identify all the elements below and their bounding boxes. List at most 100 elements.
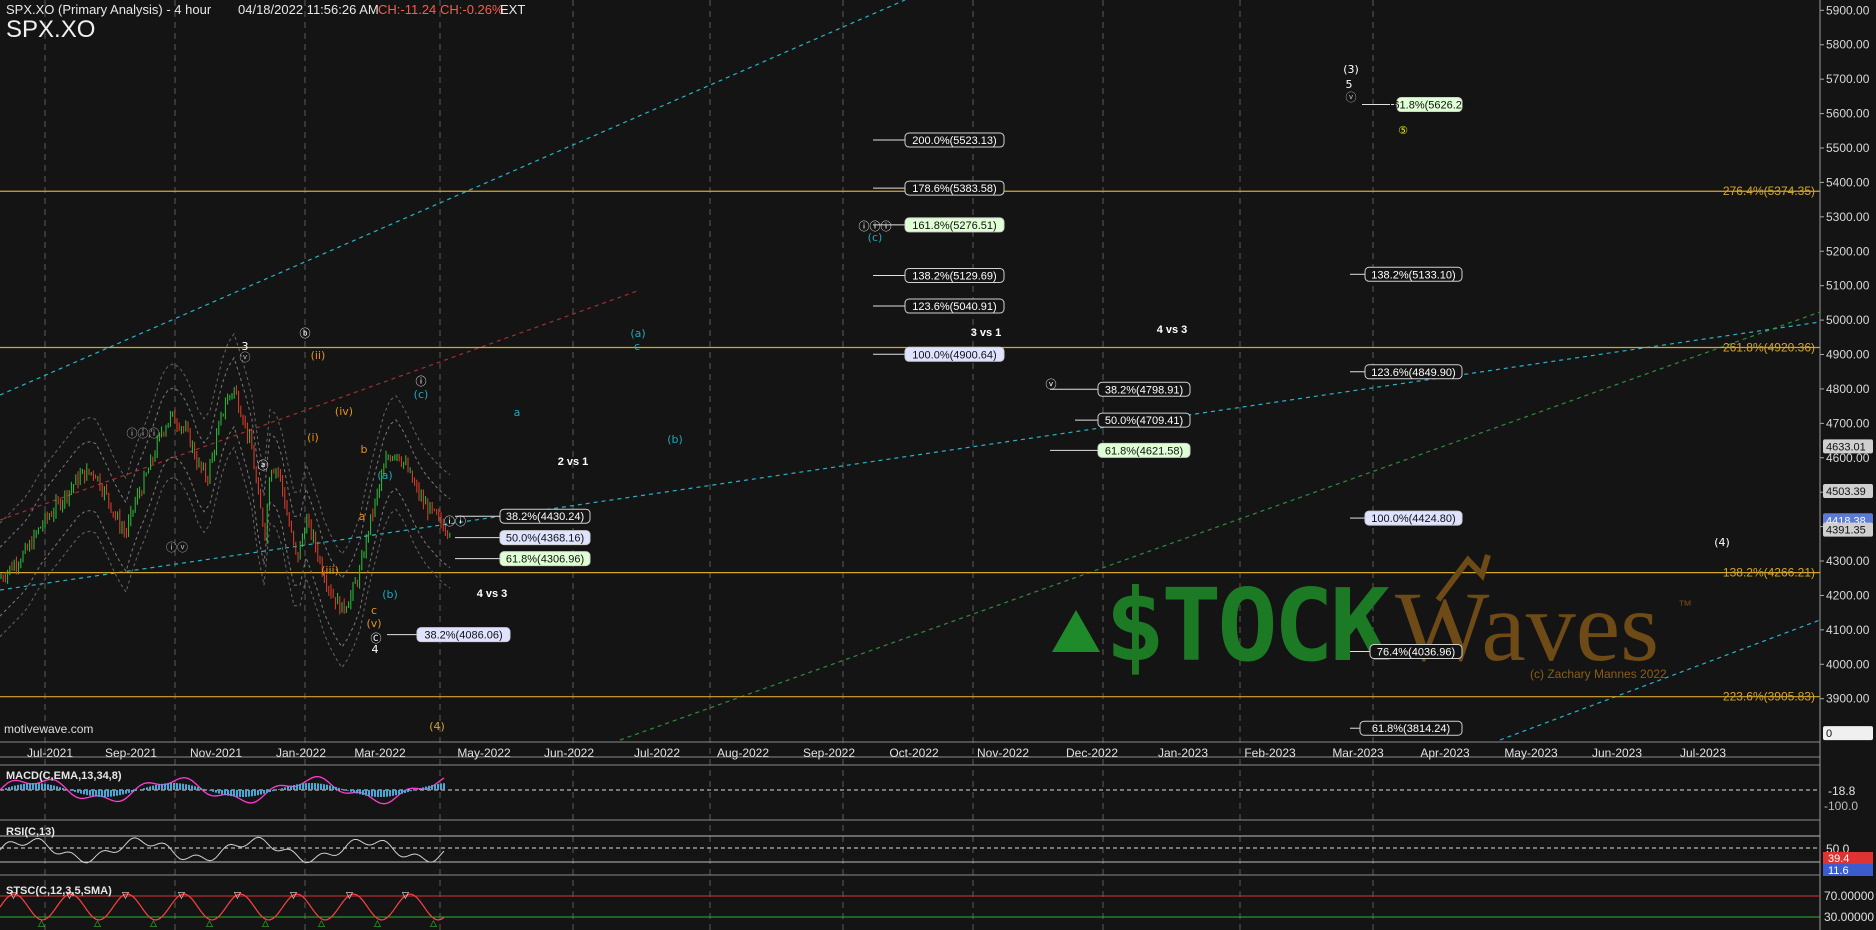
stoch-ob-marker: ▽ bbox=[122, 891, 129, 901]
stoch-os-marker: △ bbox=[262, 919, 269, 929]
wave-label: ⓥ bbox=[1346, 91, 1357, 104]
header-change: CH:-11.24 bbox=[378, 2, 437, 17]
x-tick-label: Jul-2021 bbox=[27, 746, 73, 760]
fib-box-label: 200.0%(5523.13) bbox=[912, 135, 996, 147]
fib-box-label: 61.8%(3814.24) bbox=[1372, 723, 1450, 735]
time-axis[interactable]: Jul-2021 Sep-2021 Nov-2021 Jan-2022 Mar-2022… bbox=[27, 746, 1726, 760]
fib-box-label: 38.2%(4086.06) bbox=[424, 630, 502, 642]
wave-label: 5 bbox=[1346, 78, 1353, 91]
stoch-ob-marker: ▽ bbox=[402, 891, 409, 901]
rsi-flag: 39.4 bbox=[1828, 853, 1849, 865]
fib-box: 161.8%(5276.51) bbox=[873, 217, 1005, 233]
x-tick-label: Jun-2023 bbox=[1592, 746, 1642, 760]
fib-box: 50.0%(4368.16) bbox=[455, 530, 591, 546]
y-tick-label: 5700.00 bbox=[1826, 72, 1870, 86]
fib-box: 50.0%(4709.41) bbox=[1075, 412, 1191, 428]
watermark-tm: ™ bbox=[1678, 597, 1692, 613]
x-tick-label: May-2022 bbox=[457, 746, 511, 760]
price-axis[interactable]: 3900.004000.004100.004200.004300.004400.… bbox=[1820, 3, 1873, 741]
y-tick-label: 5200.00 bbox=[1826, 244, 1870, 258]
fib-group-label: 4 vs 3 bbox=[477, 588, 508, 600]
fib-group-label: 4 vs 3 bbox=[1157, 324, 1188, 336]
x-tick-label: Jul-2023 bbox=[1680, 746, 1726, 760]
fib-box-label: 123.6%(5040.91) bbox=[912, 301, 996, 313]
fib-box: 38.2%(4086.06) bbox=[387, 627, 511, 643]
y-tick-label: 4800.00 bbox=[1826, 382, 1870, 396]
fib-box: 123.6%(4849.90) bbox=[1350, 364, 1463, 380]
fib-box: 161.8%(5626.25) bbox=[1362, 97, 1472, 113]
stoch-ob-marker: ▽ bbox=[178, 891, 185, 901]
fib-box: 200.0%(5523.13) bbox=[873, 132, 1005, 148]
header-session: EXT bbox=[500, 2, 526, 17]
fib-box-label: 38.2%(4430.24) bbox=[506, 511, 584, 523]
y-tick-label: 5900.00 bbox=[1826, 3, 1870, 17]
wave-label: (ii) bbox=[311, 349, 326, 362]
symbol-label: SPX.XO bbox=[6, 16, 96, 43]
y-tick-label: 5000.00 bbox=[1826, 313, 1870, 327]
x-tick-label: Jul-2022 bbox=[634, 746, 680, 760]
price-flag: 0 bbox=[1823, 726, 1873, 741]
x-tick-label: Jun-2022 bbox=[544, 746, 594, 760]
watermark-credit: (c) Zachary Mannes 2022 bbox=[1530, 667, 1667, 681]
fib-box-label: 178.6%(5383.58) bbox=[912, 183, 996, 195]
stoch-os-marker: △ bbox=[150, 919, 157, 929]
fib-box: 100.0%(4424.80) bbox=[1350, 510, 1463, 526]
wave-label: b bbox=[361, 443, 368, 456]
wave-label: (4) bbox=[429, 720, 445, 733]
watermark-brand-waves: Waves bbox=[1395, 571, 1659, 682]
rsi-line bbox=[0, 836, 445, 864]
y-tick-label: 5400.00 bbox=[1826, 175, 1870, 189]
fib-group-label: 3 vs 1 bbox=[971, 327, 1002, 339]
wave-label: (a) bbox=[377, 469, 392, 482]
stoch-flag: 30.00000 bbox=[1824, 910, 1874, 924]
y-tick-label: 4000.00 bbox=[1826, 657, 1870, 671]
price-flag: 4633.01 bbox=[1823, 439, 1873, 454]
fib-box-label: 138.2%(5133.10) bbox=[1371, 269, 1455, 281]
channel-line bbox=[0, 0, 906, 396]
y-tick-label: 5600.00 bbox=[1826, 107, 1870, 121]
fib-box-label: 38.2%(4798.91) bbox=[1105, 384, 1183, 396]
wave-label: (c) bbox=[868, 231, 883, 244]
y-tick-label: 4200.00 bbox=[1826, 588, 1870, 602]
wave-label: a bbox=[359, 510, 366, 523]
y-tick-label: 4300.00 bbox=[1826, 554, 1870, 568]
stoch-ob-marker: ▽ bbox=[346, 891, 353, 901]
stockwaves-watermark: $TOCK Waves ™ (c) Zachary Mannes 2022 bbox=[1052, 554, 1692, 684]
indicator-panes: -18.8-100.050.039.411.6▽△▽△▽△▽△▽△▽△▽△▽△7… bbox=[0, 775, 1874, 929]
fib-level-label: 223.6%(3905.83) bbox=[1723, 690, 1815, 704]
svg-text:4503.39: 4503.39 bbox=[1826, 486, 1866, 498]
fib-box-label: 50.0%(4709.41) bbox=[1105, 415, 1183, 427]
wave-label: ⓘⓘ bbox=[444, 515, 466, 528]
wave-label: (iv) bbox=[335, 405, 353, 418]
x-tick-label: Sep-2022 bbox=[803, 746, 855, 760]
fib-box-label: 50.0%(4368.16) bbox=[506, 533, 584, 545]
wave-label: ⓥ bbox=[1046, 378, 1057, 391]
wave-label: ⓘⓘⓘ bbox=[127, 427, 160, 440]
wave-label: ⓐ bbox=[258, 459, 269, 472]
macd-flag: -18.8 bbox=[1828, 784, 1856, 798]
band-line bbox=[0, 425, 451, 648]
fib-box-label: 76.4%(4036.96) bbox=[1377, 647, 1455, 659]
chart-title: SPX.XO (Primary Analysis) - 4 hour bbox=[6, 2, 212, 17]
y-tick-label: 4700.00 bbox=[1826, 416, 1870, 430]
stoch-os-marker: △ bbox=[430, 919, 437, 929]
fib-level-label: 261.8%(4920.36) bbox=[1723, 341, 1815, 355]
price-flag: 4391.35 bbox=[1823, 522, 1873, 537]
x-tick-label: Oct-2022 bbox=[889, 746, 939, 760]
wave-label: ⓥ bbox=[240, 351, 251, 364]
stoch-os-marker: △ bbox=[38, 919, 45, 929]
stoch-ob-marker: ▽ bbox=[234, 891, 241, 901]
macd-flag: -100.0 bbox=[1824, 799, 1858, 813]
y-tick-label: 4900.00 bbox=[1826, 348, 1870, 362]
rsi-title: RSI(C,13) bbox=[6, 826, 55, 838]
wave-label: ⓘ bbox=[416, 375, 427, 388]
wave-label: (4) bbox=[1714, 536, 1730, 549]
stoch-os-marker: △ bbox=[206, 919, 213, 929]
x-tick-label: Jan-2022 bbox=[276, 746, 326, 760]
fib-box: 38.2%(4798.91) bbox=[1050, 381, 1191, 397]
x-tick-label: Mar-2022 bbox=[354, 746, 406, 760]
y-tick-label: 5300.00 bbox=[1826, 210, 1870, 224]
x-tick-label: Apr-2023 bbox=[1420, 746, 1470, 760]
y-tick-label: 5500.00 bbox=[1826, 141, 1870, 155]
wave-label: (c) bbox=[414, 388, 429, 401]
